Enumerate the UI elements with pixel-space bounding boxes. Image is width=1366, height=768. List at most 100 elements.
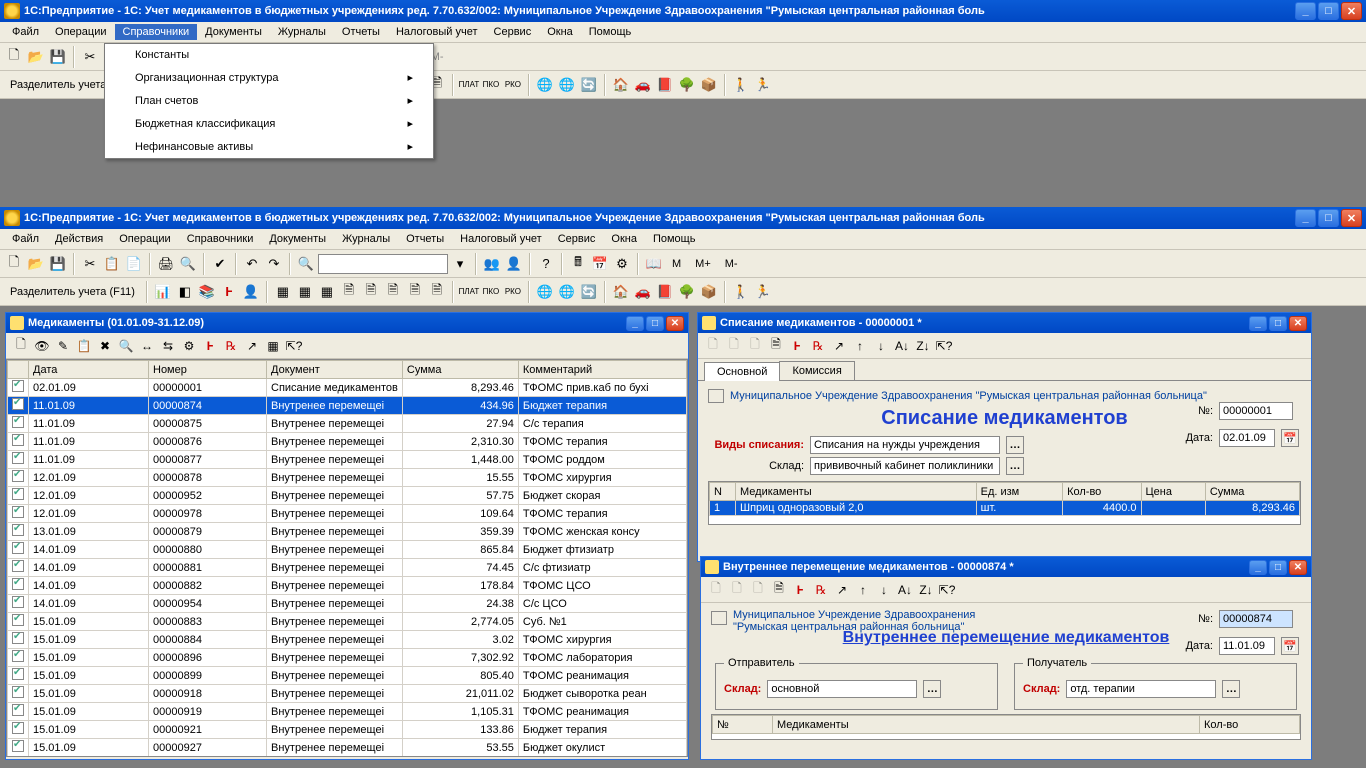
pko-icon[interactable]: ПКО	[481, 75, 501, 95]
tb2-car-icon[interactable]: 🚗	[633, 282, 653, 302]
row-check-icon[interactable]	[12, 398, 24, 410]
jt-del-icon[interactable]: ✖	[96, 337, 114, 355]
menu2-Действия[interactable]: Действия	[47, 231, 111, 247]
tb2-rko-icon[interactable]: РКО	[503, 282, 523, 302]
check-icon[interactable]: ✔	[210, 254, 230, 274]
spisanie-grid[interactable]: NМедикаментыЕд. измКол-воЦенаСумма1Шприц…	[708, 481, 1301, 525]
row-check-icon[interactable]	[12, 542, 24, 554]
mt-up-icon[interactable]: ↑	[854, 581, 872, 599]
search-input[interactable]	[318, 254, 448, 274]
spisanie-col[interactable]: Цена	[1141, 483, 1205, 501]
journal-grid[interactable]: ДатаНомерДокументСуммаКомментарий02.01.0…	[6, 359, 688, 757]
book2-icon[interactable]: 📕	[655, 75, 675, 95]
move-date-input[interactable]	[1219, 637, 1275, 655]
preview-icon[interactable]: 🔍	[178, 254, 198, 274]
table-row[interactable]: 11.01.0900000874Внутренее перемещеі434.9…	[8, 397, 687, 415]
plat-icon[interactable]: ПЛАТ	[459, 75, 479, 95]
table-row[interactable]: 15.01.0900000927Внутренее перемещеі53.55…	[8, 739, 687, 757]
jt-tree-icon[interactable]: ⇆	[159, 337, 177, 355]
save-icon-2[interactable]: 💾	[48, 254, 68, 274]
tb2-person-icon[interactable]: 👤	[241, 282, 261, 302]
redo-icon[interactable]: ↷	[264, 254, 284, 274]
st-za-icon[interactable]: Z↓	[914, 337, 932, 355]
move-sklad-from-input[interactable]	[767, 680, 917, 698]
dropdown-item[interactable]: Константы	[105, 44, 433, 66]
row-check-icon[interactable]	[12, 740, 24, 752]
table-row[interactable]: 15.01.0900000883Внутренее перемещеі2,774…	[8, 613, 687, 631]
move-org-button[interactable]	[711, 611, 727, 625]
move-grid[interactable]: №МедикаментыКол-во	[711, 714, 1301, 740]
tb2-d5-icon[interactable]: 🗎	[427, 282, 447, 302]
splitter-label-2[interactable]: Разделитель учета (F11)	[4, 286, 141, 298]
menu2-Операции[interactable]: Операции	[111, 231, 178, 247]
move-min-button[interactable]: _	[1249, 560, 1267, 575]
box-icon[interactable]: 📦	[699, 75, 719, 95]
print-icon[interactable]: 🖨	[156, 254, 176, 274]
table-row[interactable]: 11.01.0900000877Внутренее перемещеі1,448…	[8, 451, 687, 469]
mt-za-icon[interactable]: Z↓	[917, 581, 935, 599]
tb2-globe3-icon[interactable]: 🔄	[579, 282, 599, 302]
tb2-book-icon[interactable]: 📕	[655, 282, 675, 302]
menu2-Документы[interactable]: Документы	[261, 231, 334, 247]
spisanie-close-button[interactable]: ✕	[1289, 316, 1307, 331]
mt-i3-icon[interactable]: 🗋	[749, 581, 767, 599]
table-row[interactable]: 15.01.0900000896Внутренее перемещеі7,302…	[8, 649, 687, 667]
tab-komissiya[interactable]: Комиссия	[779, 361, 854, 380]
dropdown-item[interactable]: План счетов▸	[105, 89, 433, 112]
jt-view-icon[interactable]: 👁	[33, 337, 51, 355]
dropdown-item[interactable]: Нефинансовые активы▸	[105, 135, 433, 158]
menu-Налоговый учет[interactable]: Налоговый учет	[388, 24, 486, 40]
rko-icon[interactable]: РКО	[503, 75, 523, 95]
move-col[interactable]: №	[713, 716, 773, 734]
spisanie-col[interactable]: Сумма	[1205, 483, 1299, 501]
menu-Документы[interactable]: Документы	[197, 24, 270, 40]
mplus-label-2[interactable]: M+	[689, 258, 717, 270]
tb2-rx-icon[interactable]: Ⱶ	[219, 282, 239, 302]
move-num-input[interactable]	[1219, 610, 1293, 628]
vid-input[interactable]	[810, 436, 1000, 454]
people3-icon[interactable]: 👤	[504, 254, 524, 274]
menu-Журналы[interactable]: Журналы	[270, 24, 334, 40]
table-row[interactable]: 12.01.0900000952Внутренее перемещеі57.75…	[8, 487, 687, 505]
undo-icon[interactable]: ↶	[242, 254, 262, 274]
spisanie-max-button[interactable]: □	[1269, 316, 1287, 331]
maximize-button[interactable]: □	[1318, 2, 1339, 20]
num-input[interactable]	[1219, 402, 1293, 420]
table-row[interactable]: 12.01.0900000978Внутренее перемещеі109.6…	[8, 505, 687, 523]
calc-icon-2[interactable]: 🖩	[568, 254, 588, 274]
tb2-globe1-icon[interactable]: 🌐	[535, 282, 555, 302]
cal-icon-2[interactable]: 📅	[590, 254, 610, 274]
row-check-icon[interactable]	[12, 614, 24, 626]
row-check-icon[interactable]	[12, 560, 24, 572]
journal-col[interactable]: Комментарий	[518, 361, 686, 379]
move-date-button[interactable]: 📅	[1281, 637, 1299, 655]
table-row[interactable]: 14.01.0900000880Внутренее перемещеі865.8…	[8, 541, 687, 559]
journal-col[interactable]: Сумма	[402, 361, 518, 379]
row-check-icon[interactable]	[12, 632, 24, 644]
mt-i1-icon[interactable]: 🗋	[707, 581, 725, 599]
tb2-walk-icon[interactable]: 🚶	[731, 282, 751, 302]
journal-col[interactable]: Дата	[29, 361, 149, 379]
vid-picker-button[interactable]: …	[1006, 436, 1024, 454]
table-row[interactable]: 12.01.0900000878Внутренее перемещеі15.55…	[8, 469, 687, 487]
mt-i4-icon[interactable]: 🗎	[770, 581, 788, 599]
row-check-icon[interactable]	[12, 434, 24, 446]
move-col[interactable]: Кол-во	[1200, 716, 1300, 734]
row-check-icon[interactable]	[12, 380, 24, 392]
m-label-2[interactable]: M	[666, 258, 687, 270]
journal-min-button[interactable]: _	[626, 316, 644, 331]
menu-Файл[interactable]: Файл	[4, 24, 47, 40]
table-row[interactable]: 15.01.0900000919Внутренее перемещеі1,105…	[8, 703, 687, 721]
tb2-d2-icon[interactable]: 🗎	[361, 282, 381, 302]
tb2-chart-icon[interactable]: 📊	[153, 282, 173, 302]
menu2-Файл[interactable]: Файл	[4, 231, 47, 247]
move-from-button[interactable]: …	[923, 680, 941, 698]
help-icon-2[interactable]: ?	[536, 254, 556, 274]
tb2-home-icon[interactable]: 🏠	[611, 282, 631, 302]
spisanie-col[interactable]: N	[710, 483, 736, 501]
jt-new-icon[interactable]: 🗋	[12, 337, 30, 355]
menu-Операции[interactable]: Операции	[47, 24, 114, 40]
dropdown-item[interactable]: Бюджетная классификация▸	[105, 112, 433, 135]
spisanie-col[interactable]: Кол-во	[1063, 483, 1141, 501]
table-row[interactable]: 14.01.0900000881Внутренее перемещеі74.45…	[8, 559, 687, 577]
